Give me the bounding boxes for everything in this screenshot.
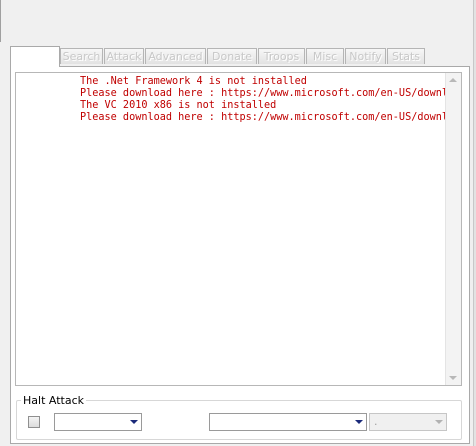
log-line: Please download here : https://www.micro… — [80, 112, 445, 123]
tab-misc[interactable]: Misc — [306, 48, 344, 64]
halt-attack-checkbox[interactable] — [28, 416, 40, 428]
window-top-area — [0, 0, 476, 42]
tab-troops[interactable]: Troops — [258, 48, 305, 64]
halt-attack-combo-1[interactable] — [54, 413, 142, 431]
tab-stats[interactable]: Stats — [387, 48, 425, 64]
log-line: The VC 2010 x86 is not installed — [80, 100, 277, 111]
log-line: Please download here : https://www.micro… — [80, 88, 445, 99]
tab-attack[interactable]: Attack — [104, 48, 144, 64]
tab-general[interactable] — [10, 46, 60, 67]
chevron-down-icon[interactable] — [127, 415, 140, 429]
halt-attack-combo-2[interactable] — [209, 413, 367, 431]
log-line: The .Net Framework 4 is not installed — [80, 76, 307, 87]
tab-notify[interactable]: Notify — [345, 48, 386, 64]
tab-search[interactable]: Search — [60, 48, 103, 64]
halt-attack-combo-3: . — [369, 413, 447, 431]
chevron-down-icon[interactable] — [352, 415, 365, 429]
halt-attack-title: Halt Attack — [21, 394, 86, 407]
tab-donate[interactable]: Donate — [207, 48, 257, 64]
log-textbox[interactable]: The .Net Framework 4 is not installed Pl… — [15, 72, 462, 386]
tab-strip: Search Attack Advanced Donate Troops Mis… — [10, 46, 470, 67]
scroll-up-arrow-icon[interactable] — [449, 78, 457, 82]
combo-3-value: . — [374, 415, 378, 428]
scroll-down-arrow-icon[interactable] — [449, 376, 457, 380]
log-scrollbar[interactable] — [445, 73, 461, 385]
tab-advanced[interactable]: Advanced — [145, 48, 206, 64]
log-lines: The .Net Framework 4 is not installed Pl… — [80, 76, 445, 124]
chevron-down-icon — [432, 415, 445, 429]
